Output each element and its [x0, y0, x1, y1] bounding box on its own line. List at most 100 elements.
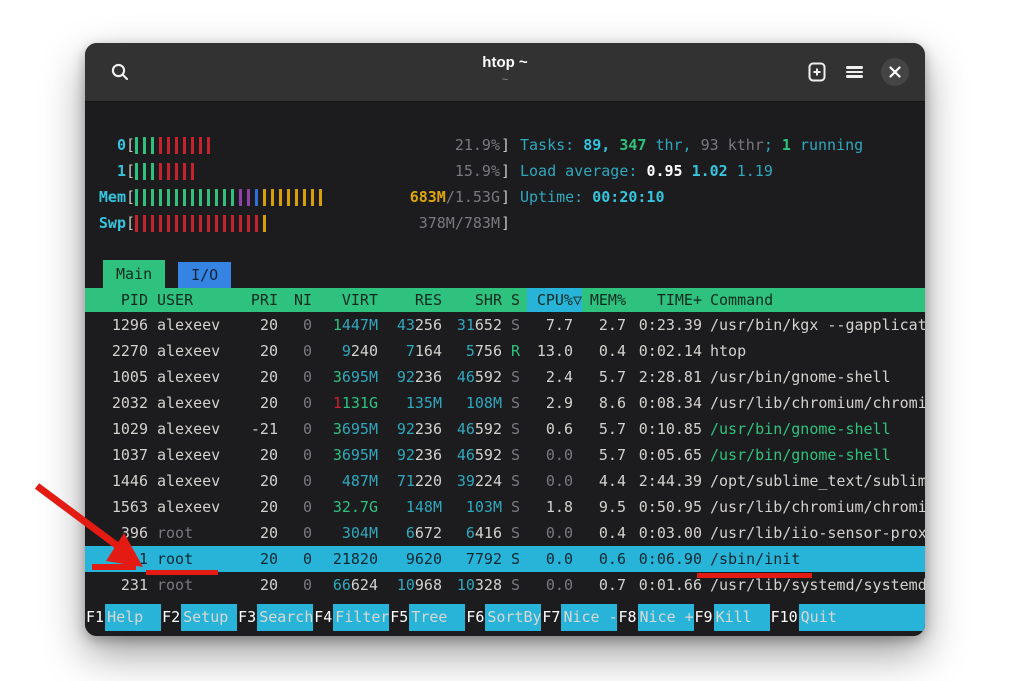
text-segment: 1: [333, 316, 342, 334]
process-row[interactable]: 1037alexeev2003695M9223646592S0.05.70:05…: [85, 442, 925, 468]
cell-pid: 1037: [98, 442, 148, 468]
fkey-button-nice[interactable]: Nice -: [561, 604, 617, 631]
column-header-ni[interactable]: NI: [278, 288, 312, 312]
cell-ni: 0: [278, 338, 312, 364]
fkey-button-setup[interactable]: Setup: [181, 604, 237, 631]
text-segment: 108M: [466, 394, 502, 412]
text-segment: 131G: [342, 394, 378, 412]
text-segment: alexeev: [157, 342, 220, 360]
cell-shr: 39224: [442, 468, 502, 494]
process-row[interactable]: 1029alexeev-2103695M9223646592S0.65.70:1…: [85, 416, 925, 442]
text-segment: 0:08.34: [639, 394, 702, 412]
close-button[interactable]: [881, 58, 909, 86]
menu-button[interactable]: [846, 64, 863, 80]
fkey-button-quit[interactable]: Quit: [799, 604, 925, 631]
cell-pid: 1005: [98, 364, 148, 390]
meter-bracket-open: [: [126, 162, 135, 180]
cell-time: 0:05.65: [626, 442, 702, 468]
search-button[interactable]: [105, 57, 135, 87]
tab-io[interactable]: I/O: [178, 262, 231, 288]
cell-shr: 6416: [442, 520, 502, 546]
text-segment: 164: [415, 342, 442, 360]
text-segment: 0:02.14: [639, 342, 702, 360]
text-segment: 93 kthr: [701, 136, 764, 154]
cell-ni: 0: [278, 572, 312, 598]
page: { "titlebar": { "title": "htop ~", "subt…: [0, 0, 1009, 681]
meter-bar: [143, 215, 146, 232]
text-segment: htop: [710, 342, 746, 360]
text-segment: S: [511, 420, 520, 438]
column-header-res[interactable]: RES: [378, 288, 442, 312]
text-segment: S: [511, 498, 520, 516]
cell-virt: 1447M: [312, 312, 378, 338]
column-header-command[interactable]: Command: [702, 288, 925, 312]
text-segment: 1: [139, 550, 148, 568]
process-row[interactable]: 1296alexeev2001447M4325631652S7.72.70:23…: [85, 312, 925, 338]
fkey-button-help[interactable]: Help: [105, 604, 161, 631]
column-header-user[interactable]: USER: [148, 288, 234, 312]
text-segment: /usr/lib/chromium/chromi: [710, 394, 925, 412]
cell-pid: 1446: [98, 468, 148, 494]
text-segment: alexeev: [157, 316, 220, 334]
meter-bar: [207, 137, 210, 154]
cell-res: 9620: [378, 546, 442, 572]
fkey-f8: F8: [617, 604, 637, 631]
cell-res: 71220: [378, 468, 442, 494]
meter-mem: Mem[683M/1.53G]: [98, 184, 512, 210]
text-segment: S: [511, 446, 520, 464]
process-row[interactable]: 396root200304M66726416S0.00.40:03.00/usr…: [85, 520, 925, 546]
meter-value: 15.9%: [455, 158, 500, 184]
text-segment: 20: [260, 368, 278, 386]
fkey-f6: F6: [465, 604, 485, 631]
meter-value: 378M/783M: [419, 210, 500, 236]
tab-main[interactable]: Main: [103, 260, 165, 288]
text-segment: 2:44.39: [639, 472, 702, 490]
new-tab-button[interactable]: [806, 61, 828, 83]
fkey-button-sortby[interactable]: SortBy: [485, 604, 541, 631]
meter-bar: [143, 137, 146, 154]
text-segment: 672: [415, 524, 442, 542]
meter-swp: Swp[378M/783M]: [98, 210, 512, 236]
fkey-button-tree[interactable]: Tree: [409, 604, 465, 631]
meter-bar: [159, 163, 162, 180]
cell-virt: 9240: [312, 338, 378, 364]
text-segment: R: [511, 342, 520, 360]
process-row[interactable]: 1005alexeev2003695M9223646592S2.45.72:28…: [85, 364, 925, 390]
text-segment: 231: [121, 576, 148, 594]
process-row[interactable]: 2270alexeev200924071645756R13.00.40:02.1…: [85, 338, 925, 364]
column-header-shr[interactable]: SHR: [442, 288, 502, 312]
fkey-button-search[interactable]: Search: [257, 604, 313, 631]
cell-user: alexeev: [148, 390, 234, 416]
fkey-button-filter[interactable]: Filter: [333, 604, 389, 631]
column-header-pid[interactable]: PID: [98, 288, 148, 312]
cell-res: 92236: [378, 416, 442, 442]
text-segment: 1: [333, 394, 342, 412]
text-segment: root: [157, 524, 193, 542]
fkey-button-kill[interactable]: Kill: [714, 604, 770, 631]
cell-ni: 0: [278, 416, 312, 442]
column-header-mem[interactable]: MEM%: [582, 288, 626, 312]
meter-bar: [239, 189, 242, 206]
text-segment: 0.7: [599, 576, 626, 594]
process-row[interactable]: 231root200666241096810328S0.00.70:01.66/…: [85, 572, 925, 598]
cell-mem: 5.7: [582, 416, 626, 442]
cell-mem: 9.5: [582, 494, 626, 520]
column-header-s[interactable]: S: [502, 288, 527, 312]
meter-bar: [191, 137, 194, 154]
column-header-virt[interactable]: VIRT: [312, 288, 378, 312]
fkey-button-nice[interactable]: Nice +: [638, 604, 694, 631]
text-segment: 13.0: [537, 342, 573, 360]
process-row[interactable]: 1root2002182096207792S0.00.60:06.90/sbin…: [85, 546, 925, 572]
cell-virt: 1131G: [312, 390, 378, 416]
text-segment: 256: [415, 316, 442, 334]
column-header-pri[interactable]: PRI: [234, 288, 278, 312]
column-header-cpu[interactable]: CPU%▽: [527, 288, 582, 312]
function-bar: F1HelpF2SetupF3SearchF4FilterF5TreeF6Sor…: [85, 604, 925, 631]
process-row[interactable]: 2032alexeev2001131G135M108MS2.98.60:08.3…: [85, 390, 925, 416]
process-row[interactable]: 1563alexeev20032.7G148M103MS1.89.50:50.9…: [85, 494, 925, 520]
text-segment: 0.4: [599, 524, 626, 542]
fkey-f10: F10: [770, 604, 799, 631]
process-row[interactable]: 1446alexeev200487M7122039224S0.04.42:44.…: [85, 468, 925, 494]
text-segment: 220: [415, 472, 442, 490]
column-header-time[interactable]: TIME+: [626, 288, 702, 312]
